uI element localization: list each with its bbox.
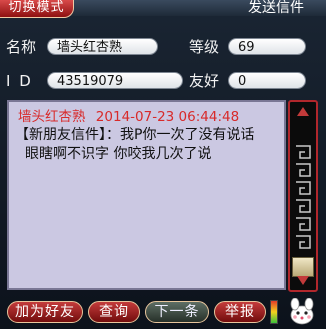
scroll-thumb[interactable]: [292, 257, 314, 277]
message-timestamp: 2014-07-23 06:44:48: [95, 109, 240, 125]
id-field: 43519079: [47, 72, 183, 89]
window-title: 发送信件: [248, 0, 304, 16]
message-scrollbar[interactable]: [288, 100, 318, 292]
id-label: I D: [6, 72, 33, 90]
scroll-up-icon[interactable]: [297, 107, 309, 116]
sender-name: 墙头红杏熟: [18, 109, 86, 125]
pet-avatar-icon: [290, 298, 314, 325]
name-field: 墙头红杏熟: [47, 38, 158, 55]
next-button[interactable]: 下一条: [145, 301, 209, 323]
add-friend-button[interactable]: 加为好友: [7, 301, 83, 323]
level-field: 69: [228, 38, 306, 55]
message-line-2: 眼瞎啊不识字 你咬我几次了说: [25, 146, 212, 162]
name-label: 名称: [6, 38, 37, 56]
switch-mode-tab[interactable]: 切换模式: [0, 0, 74, 18]
query-button[interactable]: 查询: [88, 301, 140, 323]
signal-strength-icon: [270, 300, 278, 324]
level-label: 等级: [189, 38, 220, 56]
friendship-label: 友好: [189, 72, 220, 90]
scroll-track-pattern: [296, 145, 311, 249]
friendship-field: 0: [228, 72, 306, 89]
message-panel: 墙头红杏熟 2014-07-23 06:44:48 【新朋友信件】：我P你一次了…: [7, 100, 286, 290]
report-button[interactable]: 举报: [214, 301, 266, 323]
scroll-down-icon[interactable]: [297, 276, 309, 285]
message-line-1: 【新朋友信件】：我P你一次了没有说话: [15, 127, 255, 143]
message-header: 墙头红杏熟 2014-07-23 06:44:48: [18, 105, 239, 125]
